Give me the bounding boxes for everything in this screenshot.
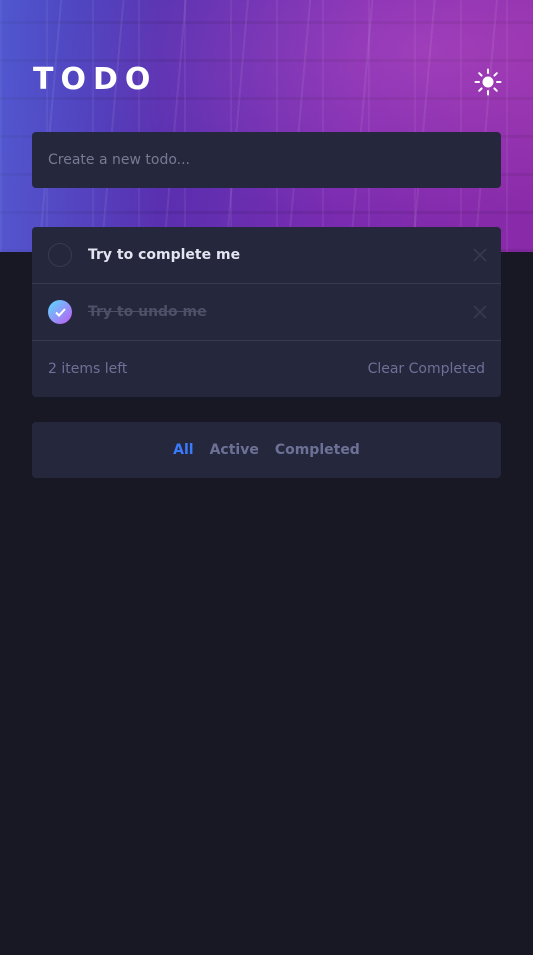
sun-icon	[474, 68, 502, 96]
todo-text: Try to complete me	[88, 247, 241, 263]
clear-completed-button[interactable]: Clear Completed	[368, 361, 485, 377]
items-left-count: 2 items left	[48, 361, 128, 377]
todo-text: Try to undo me	[88, 304, 207, 320]
theme-toggle-button[interactable]	[474, 68, 502, 96]
close-icon[interactable]	[473, 305, 487, 319]
filter-active[interactable]: Active	[210, 442, 259, 458]
close-icon[interactable]	[473, 248, 487, 262]
create-todo-box	[32, 132, 501, 188]
create-todo-input[interactable]	[32, 132, 501, 188]
todo-checkbox-checked[interactable]	[48, 300, 72, 324]
check-icon	[54, 307, 66, 317]
app-title: TODO	[33, 62, 158, 97]
todo-item: Try to complete me	[32, 227, 501, 284]
filter-bar: All Active Completed	[32, 422, 501, 478]
filter-all[interactable]: All	[173, 442, 193, 458]
todo-list: Try to complete me Try to undo me 2 item…	[32, 227, 501, 397]
todo-item: Try to undo me	[32, 284, 501, 341]
todo-checkbox[interactable]	[48, 243, 72, 267]
filter-completed[interactable]: Completed	[275, 442, 360, 458]
list-footer: 2 items left Clear Completed	[32, 341, 501, 397]
header-background	[0, 0, 533, 252]
